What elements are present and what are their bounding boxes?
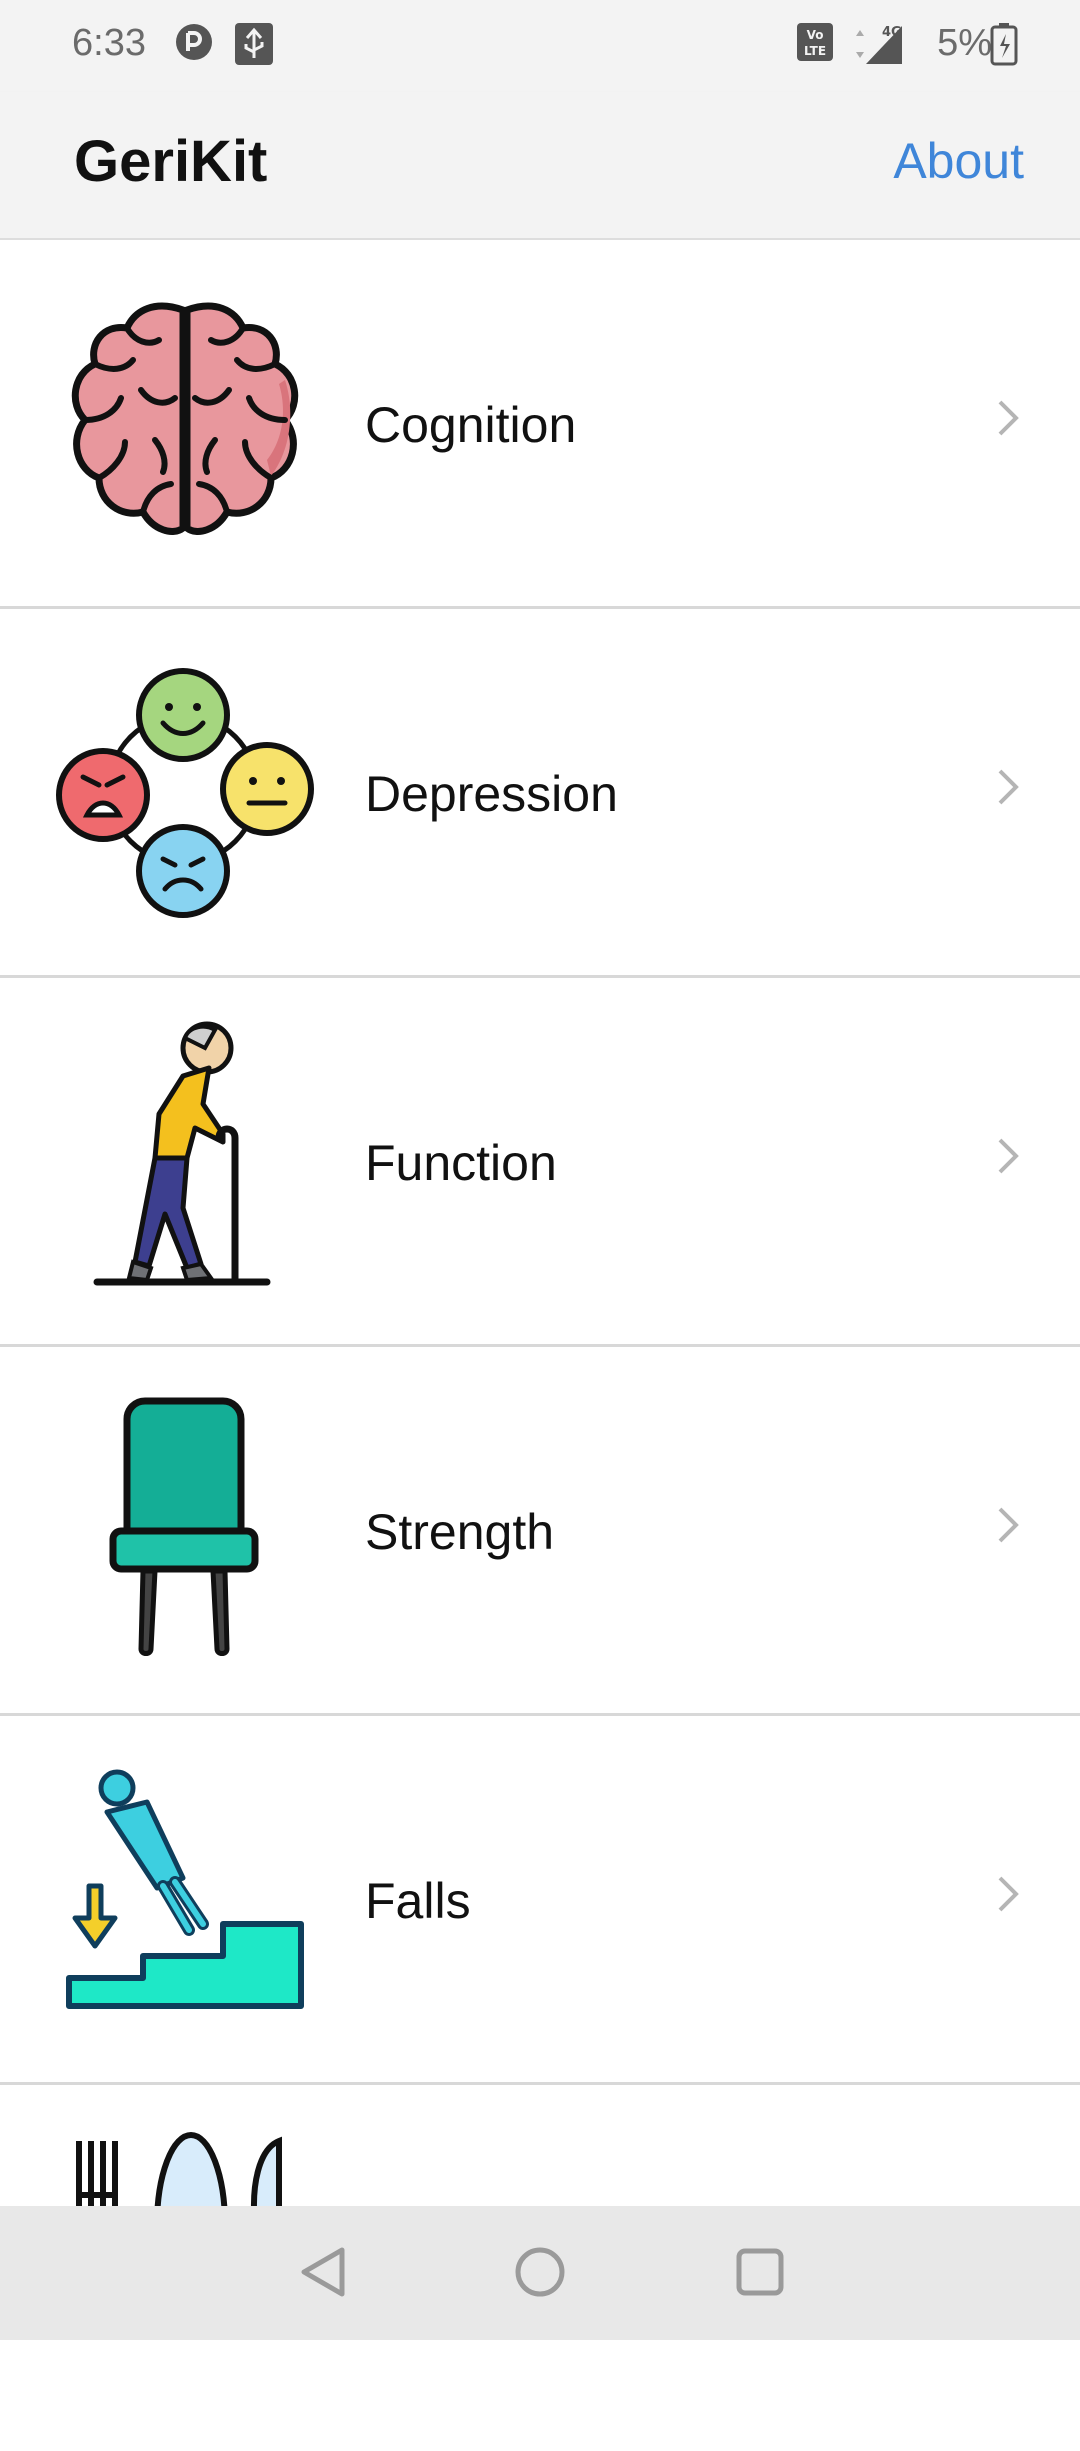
status-time: 6:33	[72, 22, 146, 64]
chevron-right-icon	[996, 398, 1020, 443]
svg-text:LTE: LTE	[804, 44, 826, 58]
app-bar: GeriKit About	[0, 92, 1080, 240]
signal-4g-icon: 4G	[848, 22, 904, 71]
list-item-function[interactable]: Function	[0, 978, 1080, 1347]
back-triangle-icon[interactable]	[296, 2244, 352, 2305]
status-bar: 6:33 Vo LTE 4G 5%	[0, 0, 1080, 92]
list-item-strength[interactable]: Strength	[0, 1347, 1080, 1716]
mood-faces-icon	[55, 649, 315, 929]
battery-icon	[990, 22, 1018, 71]
falling-stairs-icon	[55, 1756, 315, 2036]
chevron-right-icon	[996, 1874, 1020, 1919]
svg-text:4G: 4G	[882, 25, 902, 40]
list-item-label: Strength	[365, 1504, 555, 1560]
usb-icon	[234, 22, 274, 71]
list-item-falls[interactable]: Falls	[0, 1716, 1080, 2085]
assessment-list: Cognition Depression Function Strength F…	[0, 240, 1080, 2451]
recents-square-icon[interactable]	[732, 2244, 788, 2305]
app-title: GeriKit	[74, 129, 268, 194]
chevron-right-icon	[996, 767, 1020, 812]
svg-text:Vo: Vo	[807, 28, 824, 42]
chevron-right-icon	[996, 1505, 1020, 1550]
list-item-label: Depression	[365, 766, 618, 822]
list-item-label: Cognition	[365, 397, 577, 453]
list-item-cognition[interactable]: Cognition	[0, 240, 1080, 609]
list-item-label: Function	[365, 1135, 557, 1191]
battery-percent: 5%	[937, 22, 992, 64]
volte-icon: Vo LTE	[796, 22, 834, 67]
elderly-walking-cane-icon	[55, 1018, 315, 1298]
notification-app-icon	[174, 22, 214, 67]
list-item-depression[interactable]: Depression	[0, 609, 1080, 978]
navigation-bar	[0, 2206, 1080, 2340]
chair-icon	[55, 1387, 315, 1667]
list-item-label: Falls	[365, 1873, 471, 1929]
brain-icon	[55, 280, 315, 560]
chevron-right-icon	[996, 1136, 1020, 1181]
about-button[interactable]: About	[893, 132, 1024, 190]
home-circle-icon[interactable]	[512, 2244, 568, 2305]
